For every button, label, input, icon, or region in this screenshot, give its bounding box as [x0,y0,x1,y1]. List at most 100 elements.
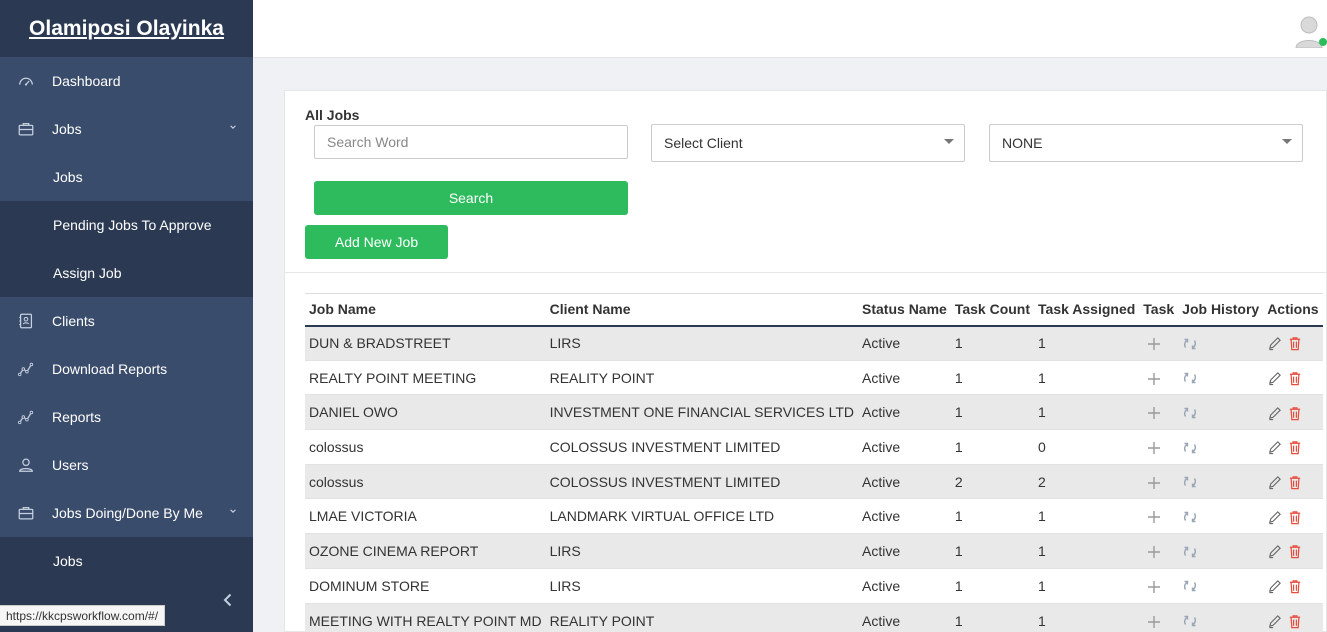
table-row[interactable]: REALTY POINT MEETING REALITY POINT Active 1… [305,359,1323,395]
table-row[interactable]: DANIEL OWO INVESTMENT ONE FINANCIAL SERVI… [305,394,1323,430]
add-task-icon[interactable] [1147,476,1161,490]
cell-status-name: Active [858,325,951,361]
delete-icon[interactable] [1288,336,1302,351]
header-job-history[interactable]: Job History [1178,293,1264,327]
history-icon[interactable] [1182,405,1198,421]
edit-icon[interactable] [1267,406,1282,421]
header-client-name[interactable]: Client Name [545,293,859,327]
edit-icon[interactable] [1267,336,1282,351]
cell-status-name: Active [858,567,951,603]
table-row[interactable]: DUN & BRADSTREET LIRS Active 1 1 [305,325,1323,361]
header-task-assigned[interactable]: Task Assigned [1034,293,1140,327]
cell-job-name: DOMINUM STORE [305,567,546,603]
delete-icon[interactable] [1288,510,1302,525]
table-row[interactable]: colossus COLOSSUS INVESTMENT LIMITED Activ… [305,429,1323,465]
add-task-icon[interactable] [1147,580,1161,594]
sidebar-subitem-jobs-mine[interactable]: Jobs [0,537,253,585]
delete-icon[interactable] [1288,475,1302,490]
edit-icon[interactable] [1267,579,1282,594]
status-select-value: NONE [1002,135,1043,151]
briefcase-icon [0,504,52,522]
cell-task-count: 1 [950,394,1035,430]
cell-task-assigned: 1 [1034,325,1140,361]
status-select[interactable]: NONE [989,124,1303,162]
cell-task [1139,325,1179,361]
add-task-icon[interactable] [1147,372,1161,386]
cell-job-history [1178,463,1264,499]
sidebar-item-users[interactable]: Users [0,441,253,489]
add-task-icon[interactable] [1147,441,1161,455]
add-task-icon[interactable] [1147,337,1161,351]
history-icon[interactable] [1182,613,1198,629]
table-row[interactable]: MEETING WITH REALTY POINT MD REALITY POIN… [305,602,1323,632]
chevron-down-icon [230,509,236,513]
sidebar-item-clients[interactable]: Clients [0,297,253,345]
cell-task [1139,533,1179,569]
edit-icon[interactable] [1267,440,1282,455]
sidebar-item-label: Jobs Doing/Done By Me [52,505,203,521]
header-task[interactable]: Task [1139,293,1179,327]
chevron-left-icon[interactable] [220,592,236,608]
delete-icon[interactable] [1288,440,1302,455]
cell-client-name: INVESTMENT ONE FINANCIAL SERVICES LTD [545,394,859,430]
sidebar-subitem-pending-jobs[interactable]: Pending Jobs To Approve [0,201,253,249]
table-row[interactable]: LMAE VICTORIA LANDMARK VIRTUAL OFFICE LTD… [305,498,1323,534]
dashboard-icon [0,72,52,90]
delete-icon[interactable] [1288,406,1302,421]
add-task-icon[interactable] [1147,510,1161,524]
header-task-count[interactable]: Task Count [950,293,1035,327]
sidebar-subitem-assign-job[interactable]: Assign Job [0,249,253,297]
delete-icon[interactable] [1288,371,1302,386]
edit-icon[interactable] [1267,510,1282,525]
section-title: All Jobs [305,107,360,123]
sidebar-item-jobs-doing-done[interactable]: Jobs Doing/Done By Me [0,489,253,537]
cell-job-history [1178,325,1264,361]
history-icon[interactable] [1182,336,1198,352]
client-select[interactable]: Select Client [651,124,965,162]
status-url: https://kkcpsworkflow.com/#/ [0,605,166,626]
delete-icon[interactable] [1288,614,1302,629]
header-status-name[interactable]: Status Name [858,293,951,327]
cell-client-name: LIRS [545,567,859,603]
history-icon[interactable] [1182,370,1198,386]
add-task-icon[interactable] [1147,545,1161,559]
sidebar-item-reports[interactable]: Reports [0,393,253,441]
add-task-icon[interactable] [1147,615,1161,629]
sidebar-subitem-jobs[interactable]: Jobs [0,153,253,201]
cell-task-assigned: 1 [1034,359,1140,395]
history-icon[interactable] [1182,509,1198,525]
history-icon[interactable] [1182,474,1198,490]
delete-icon[interactable] [1288,579,1302,594]
edit-icon[interactable] [1267,544,1282,559]
edit-icon[interactable] [1267,371,1282,386]
cell-status-name: Active [858,429,951,465]
add-new-job-button[interactable]: Add New Job [305,225,448,259]
sidebar-item-dashboard[interactable]: Dashboard [0,57,253,105]
table-row[interactable]: OZONE CINEMA REPORT LIRS Active 1 1 [305,533,1323,569]
history-icon[interactable] [1182,544,1198,560]
cell-job-name: DANIEL OWO [305,394,546,430]
header-job-name[interactable]: Job Name [305,293,546,327]
add-task-icon[interactable] [1147,406,1161,420]
cell-status-name: Active [858,602,951,632]
caret-down-icon [1282,139,1292,144]
brand-name[interactable]: Olamiposi Olayinka [29,17,224,41]
cell-task-count: 1 [950,359,1035,395]
history-icon[interactable] [1182,440,1198,456]
brand[interactable]: Olamiposi Olayinka [0,0,253,57]
chart-line-icon [0,360,52,378]
header-actions: Actions [1263,293,1323,327]
sidebar-item-jobs[interactable]: Jobs [0,105,253,153]
table-row[interactable]: DOMINUM STORE LIRS Active 1 1 [305,567,1323,603]
cell-task [1139,394,1179,430]
edit-icon[interactable] [1267,475,1282,490]
search-button[interactable]: Search [314,181,628,215]
sidebar-item-download-reports[interactable]: Download Reports [0,345,253,393]
table-row[interactable]: colossus COLOSSUS INVESTMENT LIMITED Activ… [305,463,1323,499]
cell-job-history [1178,429,1264,465]
cell-task [1139,359,1179,395]
search-input[interactable] [314,125,628,159]
delete-icon[interactable] [1288,544,1302,559]
history-icon[interactable] [1182,578,1198,594]
edit-icon[interactable] [1267,614,1282,629]
